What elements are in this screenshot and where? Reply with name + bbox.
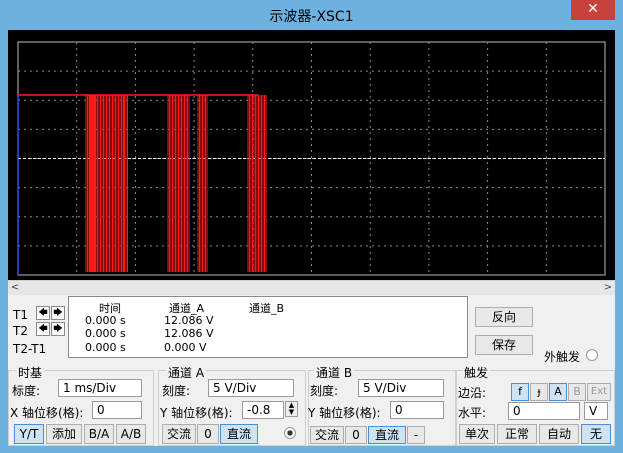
channel-b-ypos-field[interactable]: 0 [390,401,444,419]
mode-yt-button[interactable]: Y/T [14,424,44,444]
scope-plot [17,41,606,276]
edge-rising-button[interactable]: f [511,383,529,401]
timebase-title: 时基 [16,364,45,381]
trigger-normal-button[interactable]: 正常 [497,424,537,444]
x-position-field[interactable]: 0 [92,401,142,419]
channel-a-ypos-label: Y 轴位移(格): [160,406,233,420]
t2-right-arrow-icon[interactable]: 🡆 [51,322,65,336]
title-bar[interactable]: 示波器-XSC1 ✕ [0,0,623,30]
mode-ba-button[interactable]: B/A [84,424,114,444]
client-area: < > T1 🡄 🡆 T2 🡄 🡆 T2-T1 时间 通道_A 通道_B 0.0… [8,30,615,446]
window-title: 示波器-XSC1 [269,9,354,25]
oscilloscope-window: 示波器-XSC1 ✕ < > T1 🡄 🡆 T2 🡄 🡆 T2-T1 时间 通道… [0,0,623,453]
channel-b-scale-field[interactable]: 5 V/Div [358,379,444,397]
trigger-title: 触发 [462,364,491,381]
channel-a-ypos-field[interactable]: -0.8 [242,401,284,419]
trigger-level-label: 水平: [458,406,487,420]
channel-b-scale-label: 刻度: [310,384,339,398]
channel-b-ac-button[interactable]: 交流 [310,426,344,444]
trigger-source-a-button[interactable]: A [549,383,567,401]
t2-left-arrow-icon[interactable]: 🡄 [36,322,50,336]
row2-ch-a: 12.086 V [164,327,214,340]
row1-time: 0.000 s [85,314,126,327]
horizontal-scrollbar[interactable]: < > [8,280,615,295]
scope-screen [8,30,615,280]
channel-a-radio[interactable] [284,427,296,439]
channel-a-title: 通道 A [166,364,207,381]
t1-right-arrow-icon[interactable]: 🡆 [51,306,65,320]
timebase-scale-label: 标度: [12,384,41,398]
channel-b-zero-button[interactable]: 0 [345,426,367,444]
cursor-t1-label: T1 [13,308,28,322]
row3-time: 0.000 s [85,341,126,354]
close-button[interactable]: ✕ [571,0,615,20]
channel-b-title: 通道 B [314,364,355,381]
channel-a-ypos-spinner-icon[interactable]: ▲ ▼ [285,401,298,417]
mode-add-button[interactable]: 添加 [46,424,82,444]
trigger-single-button[interactable]: 单次 [459,424,495,444]
row3-ch-a: 0.000 V [164,341,207,354]
trigger-source-ext-button[interactable]: Ext [587,383,611,401]
scroll-left-icon[interactable]: < [8,281,22,295]
channel-a-scale-label: 刻度: [162,384,191,398]
channel-a-ac-button[interactable]: 交流 [162,424,196,444]
reverse-button[interactable]: 反向 [475,307,533,327]
channel-b-dc-button[interactable]: 直流 [368,426,406,444]
trigger-level-unit[interactable]: V [584,402,608,420]
scroll-right-icon[interactable]: > [601,281,615,295]
header-channel-b: 通道_B [249,302,285,315]
channel-a-dc-button[interactable]: 直流 [220,424,258,444]
trigger-auto-button[interactable]: 自动 [539,424,579,444]
trigger-level-field[interactable]: 0 [508,402,580,420]
x-position-label: X 轴位移(格): [10,406,84,420]
channel-b-minus-button[interactable]: - [407,426,425,444]
timebase-scale-field[interactable]: 1 ms/Div [58,379,142,397]
mode-ab-button[interactable]: A/B [116,424,146,444]
ext-trigger-label: 外触发 [544,350,581,364]
channel-b-ypos-label: Y 轴位移(格): [308,406,381,420]
measurement-readout: 时间 通道_A 通道_B 0.000 s 12.086 V 0.000 s 12… [68,296,468,358]
trigger-edge-label: 边沿: [458,386,487,400]
channel-a-scale-field[interactable]: 5 V/Div [208,379,294,397]
channel-a-zero-button[interactable]: 0 [197,424,219,444]
trigger-source-b-button[interactable]: B [568,383,586,401]
cursor-controls: T1 🡄 🡆 T2 🡄 🡆 T2-T1 [8,296,68,358]
save-button[interactable]: 保存 [475,335,533,355]
cursor-diff-label: T2-T1 [13,342,47,356]
cursor-t2-label: T2 [13,324,28,338]
row2-time: 0.000 s [85,327,126,340]
trigger-none-button[interactable]: 无 [581,424,611,444]
edge-falling-button[interactable]: ɟ [530,383,548,401]
t1-left-arrow-icon[interactable]: 🡄 [36,306,50,320]
row1-ch-a: 12.086 V [164,314,214,327]
ext-trigger-radio[interactable] [586,349,598,361]
